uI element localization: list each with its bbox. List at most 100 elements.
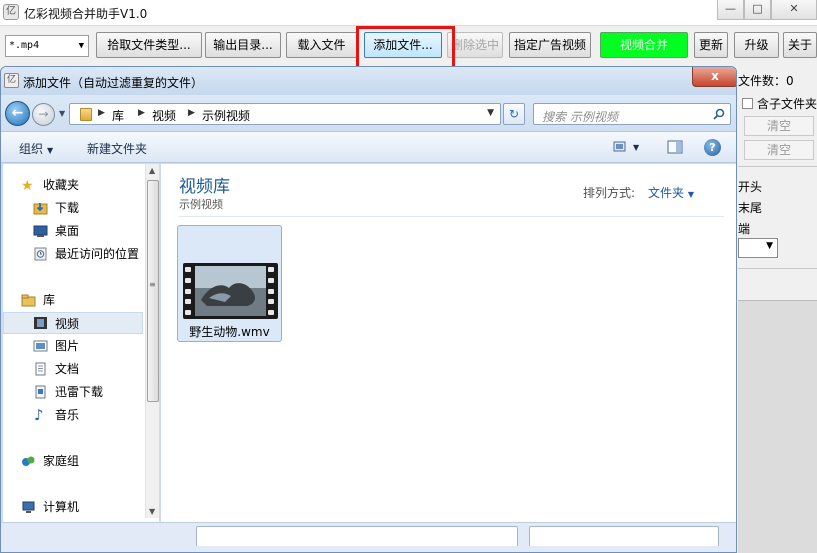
merge-video-button[interactable]: 视频合并 (600, 32, 688, 58)
breadcrumb-item[interactable]: 库 (112, 107, 124, 124)
nav-item-homegroup[interactable]: 家庭组 (3, 450, 143, 472)
nav-item-thunder[interactable]: 迅雷下载 (3, 381, 143, 403)
nav-item-favorites[interactable]: ★ 收藏夹 (3, 174, 143, 196)
back-arrow-icon[interactable]: ← (5, 101, 30, 126)
upgrade-button[interactable]: 升级 (734, 32, 779, 58)
chevron-down-icon: ▼ (47, 146, 54, 155)
dialog-title-bar: 亿 添加文件（自动过滤重复的文件） x (1, 67, 736, 95)
view-dropdown-icon[interactable]: ▼ (633, 143, 639, 152)
sort-dropdown[interactable]: 文件夹 ▼ (648, 184, 694, 201)
combo-arrow-icon: ▼ (78, 41, 84, 51)
documents-icon (35, 362, 46, 376)
end-label: 端 (738, 222, 751, 236)
scroll-down-icon[interactable]: ▼ (149, 507, 155, 516)
search-placeholder: 搜索 示例视频 (542, 110, 618, 124)
history-dropdown-icon[interactable]: ▼ (59, 109, 65, 118)
nav-item-label: 桌面 (55, 224, 80, 238)
breadcrumb-item[interactable]: 示例视频 (202, 107, 250, 124)
help-icon[interactable]: ? (704, 139, 721, 156)
clear-button-1[interactable]: 清空 (744, 116, 814, 136)
nav-item-music[interactable]: ♪ 音乐 (3, 404, 143, 426)
file-name-input[interactable] (196, 526, 518, 546)
content-scrollbar[interactable] (724, 164, 736, 552)
file-type-combo[interactable]: *.mp4 ▼ (5, 35, 89, 57)
pictures-icon (33, 340, 48, 352)
nav-item-label: 收藏夹 (43, 178, 80, 192)
nav-item-label: 计算机 (43, 500, 80, 514)
nav-item-computer[interactable]: 计算机 (3, 496, 143, 518)
app-title-bar: 亿 亿彩视频合并助手V1.0 — □ ✕ (0, 0, 817, 26)
forward-arrow-icon[interactable]: → (32, 103, 55, 126)
breadcrumb-item[interactable]: 视频 (152, 107, 176, 124)
right-panel: 文件数：0 含子文件夹 清空 清空 开头 末尾 端 ▼ (738, 62, 817, 553)
divider (738, 268, 817, 269)
app-logo-icon: 亿 (3, 4, 19, 20)
subfolder-label: 含子文件夹 (757, 97, 817, 111)
subfolder-checkbox[interactable] (742, 98, 753, 109)
nav-item-recent[interactable]: 最近访问的位置 (3, 243, 143, 265)
breadcrumb-chevron-icon[interactable]: ▶ (98, 108, 105, 118)
about-button[interactable]: 关于 (783, 32, 817, 58)
view-options-icon[interactable] (613, 140, 629, 154)
file-item[interactable]: 野生动物.wmv (177, 225, 282, 342)
folder-icon (80, 108, 92, 121)
film-strip-left (185, 267, 193, 315)
update-button[interactable]: 更新 (694, 32, 728, 58)
close-icon[interactable]: ✕ (771, 0, 817, 20)
nav-item-label: 图片 (55, 339, 80, 353)
delete-selected-button[interactable]: 删除选中 (447, 32, 503, 58)
search-input[interactable]: 搜索 示例视频 (533, 103, 731, 125)
nav-item-label: 最近访问的位置 (55, 247, 140, 261)
pick-file-type-button[interactable]: 拾取文件类型... (96, 32, 202, 58)
new-folder-button[interactable]: 新建文件夹 (87, 140, 147, 157)
maximize-icon[interactable]: □ (744, 0, 771, 20)
address-bar[interactable]: ▶ 库 ▶ 视频 ▶ 示例视频 ▼ (69, 103, 501, 125)
thumbnail-image (195, 266, 266, 316)
downloads-folder-icon (33, 203, 48, 215)
position-select[interactable]: ▼ (738, 238, 778, 258)
breadcrumb-chevron-icon[interactable]: ▶ (188, 108, 195, 118)
organize-label: 组织 (19, 142, 44, 156)
head-label: 开头 (738, 180, 763, 194)
nav-item-label: 视频 (55, 317, 80, 331)
nav-item-desktop[interactable]: 桌面 (3, 220, 143, 242)
file-type-filter[interactable] (529, 526, 719, 546)
select-arrow-icon: ▼ (766, 241, 773, 251)
nav-item-label: 音乐 (55, 408, 80, 422)
organize-menu[interactable]: 组织 ▼ (19, 140, 53, 157)
nav-item-pictures[interactable]: 图片 (3, 335, 143, 357)
library-title: 视频库 (179, 177, 230, 197)
scroll-thumb[interactable] (147, 180, 159, 402)
nav-item-videos[interactable]: 视频 (3, 312, 143, 334)
file-name: 野生动物.wmv (189, 325, 270, 339)
load-file-button[interactable]: 载入文件 (286, 32, 357, 58)
chevron-down-icon: ▼ (687, 190, 694, 199)
scroll-up-icon[interactable]: ▲ (149, 166, 155, 175)
sort-value: 文件夹 (648, 186, 685, 200)
dialog-app-icon: 亿 (4, 73, 19, 88)
dialog-close-button[interactable]: x (692, 67, 736, 87)
star-icon: ★ (21, 178, 34, 194)
preview-pane-icon[interactable] (667, 140, 683, 154)
nav-scrollbar[interactable]: ▲ ≡ ▼ (145, 164, 159, 518)
library-subtitle: 示例视频 (179, 198, 223, 211)
breadcrumb-chevron-icon[interactable]: ▶ (138, 108, 145, 118)
window-controls: — □ ✕ (717, 0, 817, 20)
minimize-icon[interactable]: — (717, 0, 744, 20)
clear-button-2[interactable]: 清空 (744, 140, 814, 160)
nav-item-downloads[interactable]: 下载 (3, 197, 143, 219)
nav-item-libraries[interactable]: 库 (3, 289, 143, 311)
command-bar: 组织 ▼ 新建文件夹 ▼ ? (1, 131, 736, 163)
tail-label: 末尾 (738, 201, 763, 215)
divider (738, 166, 817, 167)
ad-video-button[interactable]: 指定广告视频 (509, 32, 591, 58)
nav-item-label: 迅雷下载 (55, 385, 104, 399)
recent-places-icon (34, 247, 47, 261)
file-type-value: *.mp4 (9, 40, 40, 51)
nav-item-label: 文档 (55, 362, 80, 376)
desktop-icon (33, 225, 48, 237)
output-dir-button[interactable]: 输出目录... (205, 32, 281, 58)
address-dropdown-icon[interactable]: ▼ (487, 108, 494, 118)
nav-item-documents[interactable]: 文档 (3, 358, 143, 380)
refresh-icon[interactable]: ↻ (503, 103, 525, 125)
